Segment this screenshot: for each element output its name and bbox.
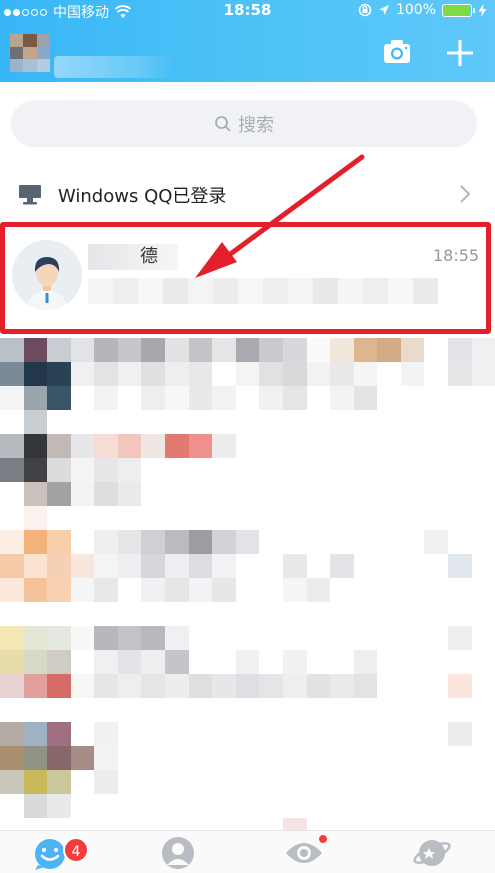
planet-icon[interactable]: [412, 835, 452, 871]
user-nickname-blurred: [54, 56, 174, 78]
battery-percent: 100%: [395, 2, 436, 18]
search-input[interactable]: 搜索: [11, 100, 477, 147]
search-placeholder: 搜索: [238, 114, 274, 136]
camera-icon[interactable]: [382, 38, 412, 66]
windows-login-label: Windows QQ已登录: [58, 186, 227, 207]
rotation-lock-icon: [358, 3, 372, 17]
windows-login-row[interactable]: Windows QQ已登录: [0, 170, 495, 218]
contacts-icon[interactable]: [158, 835, 198, 871]
user-avatar[interactable]: [10, 34, 50, 72]
notification-dot: [317, 833, 329, 845]
header-bar: 中国移动 18:58 100%: [0, 0, 495, 82]
charging-bolt-icon: [478, 3, 487, 17]
chevron-right-icon: [460, 185, 471, 203]
signal-strength-icon: [4, 8, 47, 16]
wifi-icon: [115, 5, 131, 18]
status-bar: 中国移动 18:58 100%: [0, 0, 495, 22]
status-time: 18:58: [223, 1, 272, 19]
battery-icon: [442, 3, 475, 17]
plus-icon[interactable]: [445, 38, 475, 68]
search-icon: [215, 115, 231, 132]
carrier-name: 中国移动: [53, 5, 109, 21]
location-icon: [378, 5, 389, 15]
highlight-annotation-box: [0, 222, 491, 334]
conversation-list-blurred[interactable]: [0, 338, 495, 842]
unread-count-badge: 4: [63, 837, 89, 863]
monitor-icon: [19, 185, 41, 205]
